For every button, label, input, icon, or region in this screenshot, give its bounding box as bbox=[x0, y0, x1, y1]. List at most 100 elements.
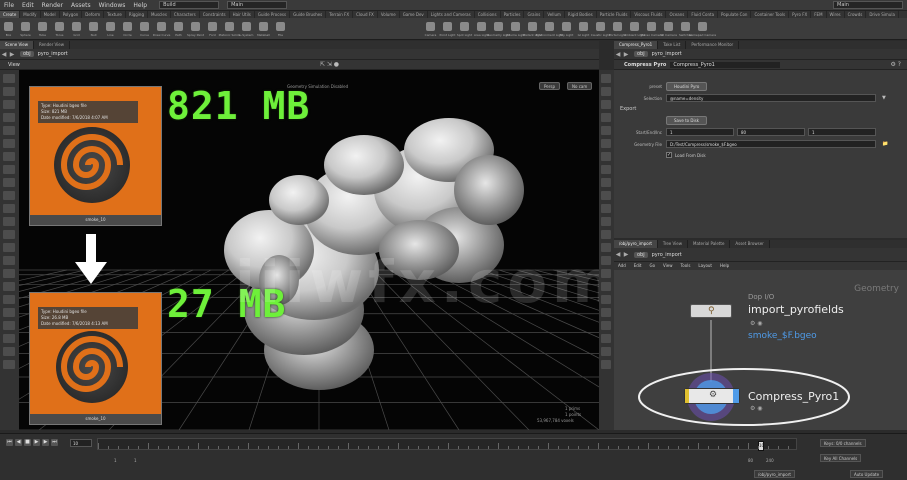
shelf-tab[interactable]: Rigging bbox=[126, 11, 148, 18]
shelf-tool[interactable]: Portal Light bbox=[609, 18, 626, 40]
step-forward-icon[interactable]: ▶ bbox=[42, 439, 49, 446]
display-option-icon[interactable] bbox=[601, 347, 611, 356]
shelf-tool[interactable]: Distant Light bbox=[523, 18, 542, 40]
shelf-tab[interactable]: FEM bbox=[811, 11, 827, 18]
net-menu-layout[interactable]: Layout bbox=[694, 262, 716, 270]
shelf-tool[interactable]: Line bbox=[102, 18, 119, 40]
back-arrow-icon[interactable]: ◀ bbox=[614, 251, 622, 258]
shelf-tool[interactable]: Geometry Light bbox=[487, 18, 510, 40]
shelf-tab[interactable]: Volume bbox=[378, 11, 400, 18]
net-menu-add[interactable]: Add bbox=[614, 262, 630, 270]
measure-tool-icon[interactable] bbox=[3, 321, 15, 330]
compress-pyro-node[interactable]: ⚙ bbox=[684, 388, 740, 404]
path-crumb-node[interactable]: pyro_import bbox=[652, 252, 682, 258]
shelf-tab[interactable]: Particle Fluids bbox=[597, 11, 632, 18]
shelf-tab[interactable]: Muscles bbox=[148, 11, 171, 18]
keys-dropdown[interactable]: Keys: 0/0 channels bbox=[820, 439, 866, 447]
shelf-tool[interactable]: Null bbox=[85, 18, 102, 40]
net-menu-view[interactable]: View bbox=[659, 262, 677, 270]
shelf-tab[interactable]: Vellum bbox=[544, 11, 565, 18]
snap-tool-icon[interactable] bbox=[3, 165, 15, 174]
tab-asset-browser[interactable]: Asset Browser bbox=[730, 240, 770, 248]
lasso-tool-icon[interactable] bbox=[3, 204, 15, 213]
display-option-icon[interactable] bbox=[601, 217, 611, 226]
display-option-icon[interactable] bbox=[601, 321, 611, 330]
shelf-tab[interactable]: Guide Process bbox=[255, 11, 291, 18]
node2-name-label[interactable]: Compress_Pyro1 bbox=[748, 390, 839, 403]
jump-start-icon[interactable]: ⏮ bbox=[6, 439, 13, 446]
range-start-field[interactable]: 1 bbox=[666, 128, 734, 136]
play-icon[interactable]: ▶ bbox=[33, 439, 40, 446]
shelf-tab[interactable]: Container Tools bbox=[751, 11, 790, 18]
forward-arrow-icon[interactable]: ▶ bbox=[622, 251, 630, 258]
shelf-tool[interactable]: L-System bbox=[238, 18, 255, 40]
range-end-field[interactable]: 80 bbox=[737, 128, 805, 136]
shelf-tab[interactable]: Game Dev bbox=[400, 11, 428, 18]
handle-tool-icon[interactable] bbox=[3, 126, 15, 135]
preset-dropdown[interactable]: Houdini Pyro bbox=[666, 82, 708, 91]
auto-update-dropdown[interactable]: Auto Update bbox=[850, 470, 884, 478]
bypass-flag[interactable] bbox=[685, 389, 689, 403]
shelf-tab[interactable]: Crowds bbox=[845, 11, 867, 18]
move-tool-icon[interactable] bbox=[3, 87, 15, 96]
light-tool-icon[interactable] bbox=[3, 360, 15, 369]
prims-tool-icon[interactable] bbox=[3, 243, 15, 252]
viewport-tool-icons[interactable]: ⇱ ⇲ ● bbox=[320, 61, 339, 68]
shelf-tool[interactable]: Sky Light bbox=[558, 18, 575, 40]
net-menu-tools[interactable]: Tools bbox=[677, 262, 695, 270]
shelf-tool[interactable]: Tube bbox=[34, 18, 51, 40]
magnet-tool-icon[interactable] bbox=[3, 191, 15, 200]
display-option-icon[interactable] bbox=[601, 126, 611, 135]
display-option-icon[interactable] bbox=[601, 308, 611, 317]
display-flag[interactable] bbox=[733, 389, 739, 403]
shelf-tab[interactable]: Pyro FX bbox=[789, 11, 812, 18]
shelf-tab[interactable]: Constraints bbox=[200, 11, 230, 18]
points-tool-icon[interactable] bbox=[3, 217, 15, 226]
select-tool-icon[interactable] bbox=[3, 74, 15, 83]
shelf-tab[interactable]: Texture bbox=[104, 11, 126, 18]
tab-tree-view[interactable]: Tree View bbox=[658, 240, 689, 248]
shelf-tab[interactable]: Guide Brushes bbox=[290, 11, 327, 18]
dop-io-node[interactable]: ⚲ bbox=[690, 304, 732, 318]
shelf-tool[interactable]: Ambient Light bbox=[624, 18, 645, 40]
shelf-tab[interactable]: Particles bbox=[501, 11, 525, 18]
shelf-tool[interactable]: VR Camera bbox=[660, 18, 677, 40]
shelf-tool[interactable]: Camera bbox=[422, 18, 439, 40]
shelf-tool[interactable]: File bbox=[272, 18, 289, 40]
shelf-tab[interactable]: Grains bbox=[524, 11, 545, 18]
jump-end-icon[interactable]: ⏭ bbox=[51, 439, 58, 446]
shelf-tool[interactable]: Draw Curve bbox=[153, 18, 170, 40]
shelf-tab[interactable]: Terrain FX bbox=[326, 11, 354, 18]
back-arrow-icon[interactable]: ◀ bbox=[614, 51, 622, 58]
shelf-tool[interactable]: Point Light bbox=[439, 18, 456, 40]
help-icon[interactable]: ⚙ ? bbox=[891, 61, 901, 68]
tab-material-palette[interactable]: Material Palette bbox=[688, 240, 731, 248]
shelf-tool[interactable]: Area Light bbox=[473, 18, 490, 40]
vertices-tool-icon[interactable] bbox=[3, 256, 15, 265]
scale-tool-icon[interactable] bbox=[3, 113, 15, 122]
objects-tool-icon[interactable] bbox=[3, 269, 15, 278]
net-menu-edit[interactable]: Edit bbox=[630, 262, 646, 270]
shelf-tab[interactable]: Fluid Conta bbox=[688, 11, 719, 18]
shelf-tab[interactable]: Rigid Bodies bbox=[565, 11, 597, 18]
paint-tool-icon[interactable] bbox=[3, 295, 15, 304]
display-option-icon[interactable] bbox=[601, 152, 611, 161]
selection-field[interactable]: @name=density bbox=[666, 94, 876, 102]
shelf-tab[interactable]: Characters bbox=[171, 11, 200, 18]
tab-render-view[interactable]: Render View bbox=[34, 41, 70, 49]
menu-assets[interactable]: Assets bbox=[67, 2, 95, 9]
shelf-tool[interactable]: GI Light bbox=[575, 18, 592, 40]
display-option-icon[interactable] bbox=[601, 230, 611, 239]
back-arrow-icon[interactable]: ◀ bbox=[0, 51, 8, 58]
shelf-tab[interactable]: Deform bbox=[82, 11, 105, 18]
shelf-tool[interactable]: Box bbox=[0, 18, 17, 40]
save-to-disk-button[interactable]: Save to Disk bbox=[666, 116, 707, 125]
current-frame-field[interactable]: 10 bbox=[70, 439, 92, 447]
path-crumb-obj[interactable]: obj bbox=[634, 251, 648, 258]
shelf-tab[interactable]: Drive Simula bbox=[866, 11, 899, 18]
key-channels-dropdown[interactable]: Key All Channels bbox=[820, 454, 862, 462]
path-crumb-obj[interactable]: obj bbox=[634, 51, 648, 57]
shelf-tool[interactable]: Environment Light bbox=[536, 18, 563, 40]
shelf-tool[interactable]: Path bbox=[170, 18, 187, 40]
display-option-icon[interactable] bbox=[601, 139, 611, 148]
